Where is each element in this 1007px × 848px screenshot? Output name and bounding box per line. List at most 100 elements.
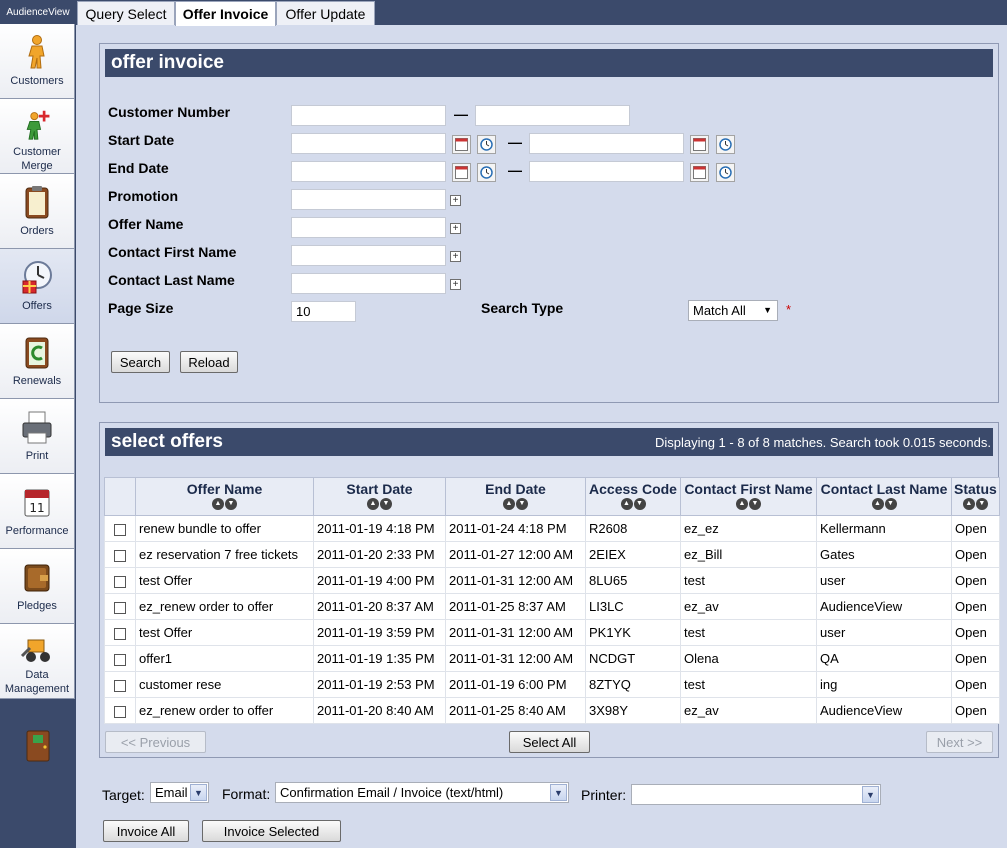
column-header-end-date[interactable]: End Date ▲ ▼ (445, 477, 586, 516)
table-row[interactable]: ez_renew order to offer 2011-01-20 8:37 A… (104, 593, 1000, 620)
target-select[interactable]: Email ▼ (150, 782, 209, 803)
page-size-input[interactable]: 10 (291, 301, 356, 322)
row-checkbox[interactable] (114, 575, 126, 588)
column-header-contact-last-name[interactable]: Contact Last Name ▲ ▼ (816, 477, 952, 516)
calendar-picker-icon[interactable] (452, 135, 471, 154)
chevron-down-icon: ▼ (190, 784, 207, 801)
table-row[interactable]: test Offer 2011-01-19 3:59 PM 2011-01-31 1… (104, 619, 1000, 646)
sort-desc-icon[interactable]: ▼ (975, 498, 988, 510)
sort-asc-icon[interactable]: ▲ (367, 498, 379, 510)
reload-button[interactable]: Reload (180, 351, 238, 373)
start-date-cell: 2011-01-19 4:00 PM (313, 567, 446, 594)
sort-desc-icon[interactable]: ▼ (749, 498, 761, 510)
sidebar-item-renewals[interactable]: Renewals (0, 324, 75, 399)
row-checkbox[interactable] (114, 705, 126, 718)
search-button[interactable]: Search (111, 351, 170, 373)
sort-asc-icon[interactable]: ▲ (736, 498, 748, 510)
add-contact-first-icon[interactable]: + (450, 251, 461, 262)
sort-desc-icon[interactable]: ▼ (225, 498, 237, 510)
tab-offer-invoice[interactable]: Offer Invoice (175, 1, 276, 26)
sort-desc-icon[interactable]: ▼ (884, 498, 897, 510)
row-checkbox[interactable] (114, 627, 126, 640)
column-header-start-date[interactable]: Start Date ▲ ▼ (313, 477, 446, 516)
sidebar-item-label: Renewals (12, 375, 62, 387)
offer-invoice-title: offer invoice (105, 49, 993, 77)
search-type-select[interactable]: Match All ▼ (688, 300, 778, 321)
start-date-from-input[interactable] (291, 133, 446, 154)
time-picker-icon[interactable] (716, 135, 735, 154)
status-cell: Open (951, 515, 1000, 542)
customer-number-label: Customer Number (108, 104, 231, 120)
select-all-button[interactable]: Select All (509, 731, 590, 753)
printer-select[interactable]: ▼ (631, 784, 881, 805)
sort-asc-icon[interactable]: ▲ (962, 498, 975, 510)
row-checkbox[interactable] (114, 549, 126, 562)
invoice-all-button[interactable]: Invoice All (103, 820, 189, 842)
customer-number-to-input[interactable] (475, 105, 630, 126)
sidebar-item-orders[interactable]: Orders (0, 174, 75, 249)
end-date-from-input[interactable] (291, 161, 446, 182)
offer-name-cell: ez reservation 7 free tickets (135, 541, 314, 568)
sidebar-item-offers[interactable]: Offers (0, 249, 75, 324)
column-header-status[interactable]: Status ▲ ▼ (951, 477, 1000, 516)
add-promotion-icon[interactable]: + (450, 195, 461, 206)
table-row[interactable]: test Offer 2011-01-19 4:00 PM 2011-01-31 1… (104, 567, 1000, 594)
calendar-picker-icon[interactable] (452, 163, 471, 182)
end-date-cell: 2011-01-31 12:00 AM (445, 619, 586, 646)
contact-first-name-cell: ez_ez (680, 515, 817, 542)
sidebar-item-print[interactable]: Print (0, 399, 75, 474)
sidebar-item-label: Pledges (17, 600, 57, 612)
column-header-access-code[interactable]: Access Code ▲ ▼ (585, 477, 681, 516)
column-label: End Date (485, 481, 546, 497)
column-header-offer-name[interactable]: Offer Name ▲ ▼ (135, 477, 314, 516)
table-row[interactable]: ez_renew order to offer 2011-01-20 8:40 A… (104, 697, 1000, 724)
add-contact-last-icon[interactable]: + (450, 279, 461, 290)
offer-name-input[interactable] (291, 217, 446, 238)
add-offer-name-icon[interactable]: + (450, 223, 461, 234)
row-checkbox[interactable] (114, 601, 126, 614)
sidebar-item-data-management[interactable]: Data Management (0, 624, 75, 699)
sort-asc-icon[interactable]: ▲ (620, 498, 633, 510)
sidebar-item-pledges[interactable]: Pledges (0, 549, 75, 624)
sort-asc-icon[interactable]: ▲ (212, 498, 224, 510)
sidebar-item-customer-merge[interactable]: Customer Merge (0, 99, 75, 174)
access-code-cell: NCDGT (585, 645, 681, 672)
next-page-button[interactable]: Next >> (926, 731, 993, 753)
customer-number-from-input[interactable] (291, 105, 446, 126)
exit-button[interactable] (0, 724, 76, 768)
row-checkbox[interactable] (114, 653, 126, 666)
row-checkbox[interactable] (114, 523, 126, 536)
time-picker-icon[interactable] (477, 135, 496, 154)
time-picker-icon[interactable] (477, 163, 496, 182)
table-row[interactable]: customer rese 2011-01-19 2:53 PM 2011-01-1… (104, 671, 1000, 698)
table-row[interactable]: offer1 2011-01-19 1:35 PM 2011-01-31 12:00… (104, 645, 1000, 672)
sort-desc-icon[interactable]: ▼ (516, 498, 528, 510)
sort-desc-icon[interactable]: ▼ (633, 498, 646, 510)
invoice-selected-button[interactable]: Invoice Selected (202, 820, 341, 842)
sort-asc-icon[interactable]: ▲ (503, 498, 515, 510)
start-date-to-input[interactable] (529, 133, 684, 154)
row-checkbox[interactable] (114, 679, 126, 692)
contact-last-name-input[interactable] (291, 273, 446, 294)
tab-query-select[interactable]: Query Select (77, 1, 175, 25)
format-select[interactable]: Confirmation Email / Invoice (text/html)… (275, 782, 569, 803)
sidebar-item-performance[interactable]: 11 Performance (0, 474, 75, 549)
contact-first-name-input[interactable] (291, 245, 446, 266)
calendar-picker-icon[interactable] (690, 163, 709, 182)
table-row[interactable]: renew bundle to offer 2011-01-19 4:18 PM 2… (104, 515, 1000, 542)
range-dash: — (508, 162, 522, 178)
clock-gift-icon (22, 261, 52, 294)
sort-desc-icon[interactable]: ▼ (380, 498, 392, 510)
table-row[interactable]: ez reservation 7 free tickets 2011-01-20 … (104, 541, 1000, 568)
previous-page-button[interactable]: << Previous (105, 731, 206, 753)
end-date-to-input[interactable] (529, 161, 684, 182)
column-header-contact-first-name[interactable]: Contact First Name ▲ ▼ (680, 477, 817, 516)
access-code-cell: 2EIEX (585, 541, 681, 568)
sort-asc-icon[interactable]: ▲ (871, 498, 884, 510)
tab-offer-update[interactable]: Offer Update (276, 1, 375, 25)
start-date-cell: 2011-01-19 2:53 PM (313, 671, 446, 698)
sidebar-item-customers[interactable]: Customers (0, 24, 75, 99)
promotion-input[interactable] (291, 189, 446, 210)
calendar-picker-icon[interactable] (690, 135, 709, 154)
time-picker-icon[interactable] (716, 163, 735, 182)
